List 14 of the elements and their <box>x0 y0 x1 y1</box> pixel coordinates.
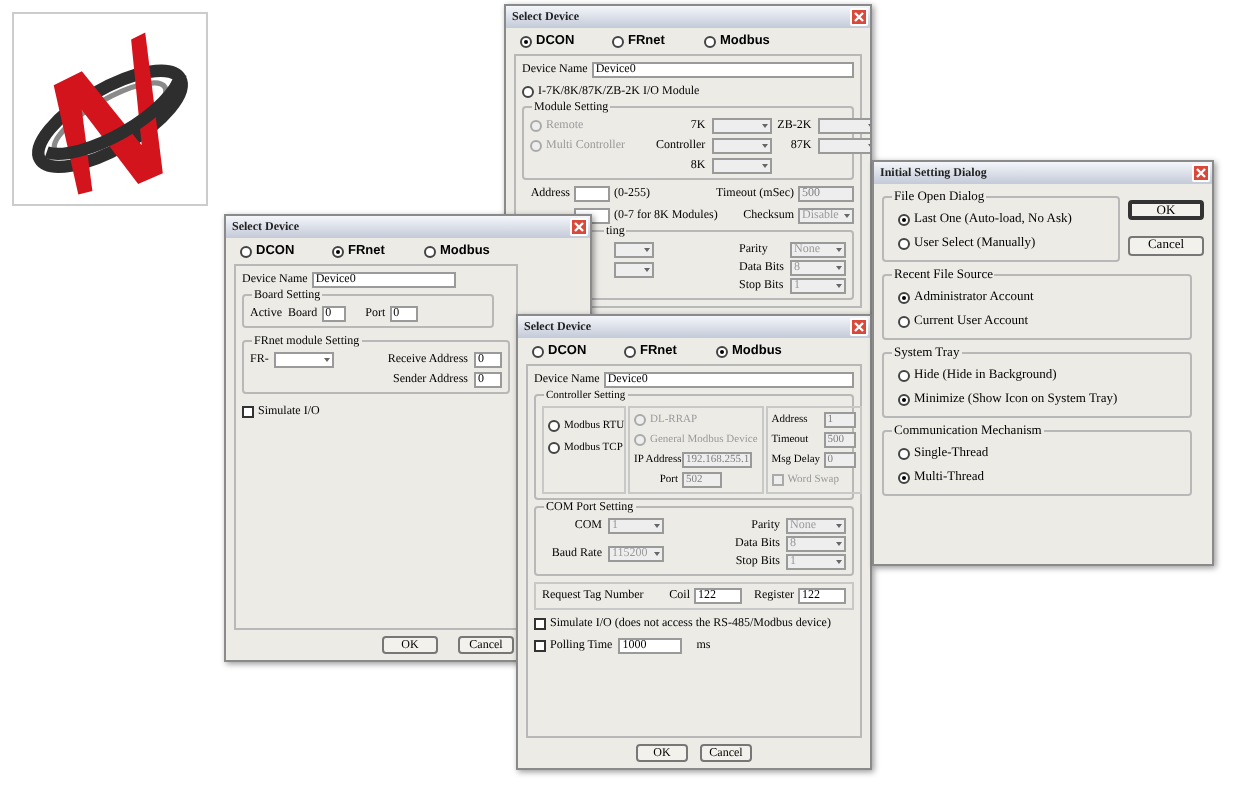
close-button[interactable] <box>850 8 868 26</box>
close-button[interactable] <box>570 218 588 236</box>
caret-icon <box>322 354 333 366</box>
close-icon <box>854 12 864 22</box>
close-button[interactable] <box>850 318 868 336</box>
caret-icon <box>842 210 852 222</box>
text-field[interactable] <box>574 186 610 202</box>
close-icon <box>854 322 864 332</box>
dropdown[interactable] <box>274 352 335 368</box>
close-button[interactable] <box>1192 164 1210 182</box>
caret-icon <box>652 547 662 559</box>
caret-icon <box>652 520 662 532</box>
close-icon <box>1196 168 1206 178</box>
close-icon <box>574 222 584 232</box>
